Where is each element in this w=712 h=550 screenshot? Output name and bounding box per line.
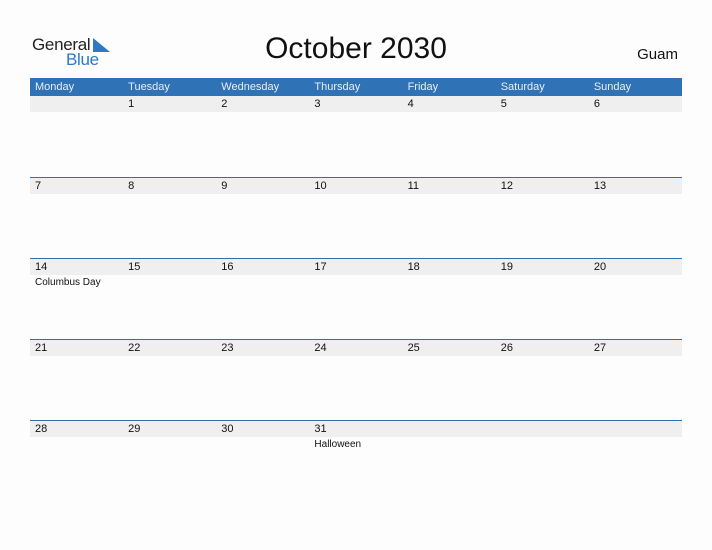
holiday-event xyxy=(30,356,123,358)
holiday-event xyxy=(403,194,496,196)
date-row: 1 2 3 4 5 6 xyxy=(30,96,682,112)
holiday-event xyxy=(589,356,682,358)
weekday-tuesday: Tuesday xyxy=(128,81,170,93)
holiday-event xyxy=(30,437,123,450)
events-row: Columbus Day xyxy=(30,275,682,288)
day-number: 11 xyxy=(407,180,419,192)
day-number: 18 xyxy=(407,261,420,273)
holiday-event xyxy=(496,356,589,358)
holiday-event xyxy=(496,112,589,114)
weekday-friday: Friday xyxy=(407,81,439,93)
holiday-event: Halloween xyxy=(314,439,362,450)
day-number: 10 xyxy=(314,180,327,192)
week-row: 1 2 3 4 5 6 xyxy=(30,96,682,177)
holiday-event xyxy=(216,437,309,450)
holiday-event xyxy=(216,275,309,288)
day-number: 4 xyxy=(407,98,414,110)
day-number: 17 xyxy=(314,261,327,273)
week-row: 7 8 9 10 11 12 13 xyxy=(30,177,682,259)
holiday-event xyxy=(589,437,682,450)
weekday-sunday: Sunday xyxy=(593,81,632,93)
holiday-event xyxy=(216,112,309,114)
day-number: 8 xyxy=(128,180,135,192)
holiday-event xyxy=(309,275,402,288)
holiday-event xyxy=(589,275,682,288)
holiday-event: Columbus Day xyxy=(35,277,101,288)
day-number: 7 xyxy=(35,180,42,192)
weekday-header: Monday Tuesday Wednesday Thursday Friday… xyxy=(30,78,682,96)
day-number: 26 xyxy=(500,342,513,354)
day-number: 12 xyxy=(500,180,513,192)
holiday-event xyxy=(30,194,123,196)
holiday-event xyxy=(123,112,216,114)
day-number: 28 xyxy=(35,423,48,435)
events-row xyxy=(30,356,682,358)
day-number: 19 xyxy=(500,261,513,273)
holiday-event xyxy=(403,275,496,288)
date-row: 21 22 23 24 25 26 27 xyxy=(30,340,682,356)
day-number: 23 xyxy=(221,342,234,354)
weekday-thursday: Thursday xyxy=(314,81,361,93)
day-number xyxy=(30,96,123,112)
day-number: 16 xyxy=(221,261,234,273)
holiday-event xyxy=(216,194,309,196)
holiday-event xyxy=(30,112,123,114)
date-row: 7 8 9 10 11 12 13 xyxy=(30,178,682,194)
day-number: 2 xyxy=(221,98,228,110)
day-number: 30 xyxy=(221,423,234,435)
events-row xyxy=(30,112,682,114)
day-number: 29 xyxy=(128,423,141,435)
day-number xyxy=(589,421,682,437)
holiday-event xyxy=(309,112,402,114)
region-label: Guam xyxy=(637,46,678,63)
day-number: 31 xyxy=(314,423,327,435)
day-number: 6 xyxy=(593,98,600,110)
day-number: 3 xyxy=(314,98,321,110)
day-number: 5 xyxy=(500,98,507,110)
weekday-saturday: Saturday xyxy=(500,81,545,93)
holiday-event xyxy=(309,356,402,358)
holiday-event xyxy=(216,356,309,358)
holiday-event xyxy=(123,275,216,288)
day-number: 21 xyxy=(35,342,48,354)
day-number xyxy=(403,421,496,437)
week-row: 14 15 16 17 18 19 20 Columbus Day xyxy=(30,258,682,340)
holiday-event xyxy=(403,112,496,114)
events-row xyxy=(30,194,682,196)
holiday-event xyxy=(589,112,682,114)
holiday-event xyxy=(123,194,216,196)
holiday-event xyxy=(403,356,496,358)
holiday-event xyxy=(589,194,682,196)
holiday-event xyxy=(123,437,216,450)
events-row: Halloween xyxy=(30,437,682,450)
holiday-event xyxy=(309,194,402,196)
week-row: 21 22 23 24 25 26 27 xyxy=(30,339,682,421)
day-number: 25 xyxy=(407,342,420,354)
day-number: 13 xyxy=(593,180,607,192)
day-number: 1 xyxy=(128,98,135,110)
weekday-wednesday: Wednesday xyxy=(221,81,280,93)
date-row: 14 15 16 17 18 19 20 xyxy=(30,259,682,275)
day-number: 24 xyxy=(314,342,327,354)
day-number: 14 xyxy=(35,261,48,273)
calendar-title: October 2030 xyxy=(265,32,447,65)
holiday-event xyxy=(123,356,216,358)
week-row: 28 29 30 31 Halloween xyxy=(30,420,682,502)
day-number: 27 xyxy=(593,342,607,354)
day-number: 9 xyxy=(221,180,228,192)
weekday-monday: Monday xyxy=(35,81,75,93)
holiday-event xyxy=(496,194,589,196)
holiday-event xyxy=(496,275,589,288)
date-row: 28 29 30 31 xyxy=(30,421,682,437)
day-number xyxy=(496,421,589,437)
holiday-event xyxy=(496,437,589,450)
day-number: 20 xyxy=(593,261,607,273)
holiday-event xyxy=(403,437,496,450)
day-number: 22 xyxy=(128,342,141,354)
day-number: 15 xyxy=(128,261,141,273)
